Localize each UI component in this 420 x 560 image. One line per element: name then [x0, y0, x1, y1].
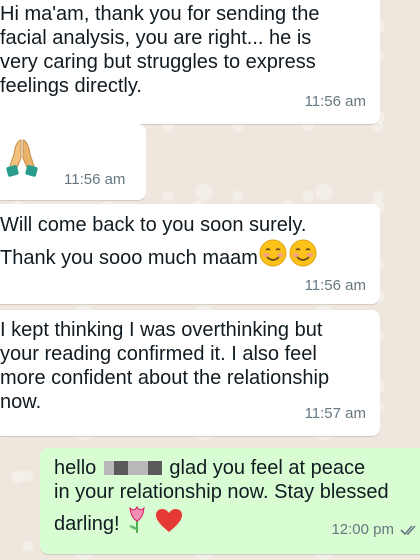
message-text: darling!	[54, 513, 120, 535]
message-bubble-incoming[interactable]: Will come back to you soon surely. Thank…	[0, 204, 380, 304]
folded-hands-emoji-icon	[4, 136, 40, 186]
blushing-smile-emoji-icon	[258, 238, 288, 277]
message-text: Hi ma'am, thank you for sending the faci…	[0, 3, 320, 97]
message-timestamp: 11:56 am	[304, 277, 366, 294]
tulip-emoji-icon	[125, 504, 149, 543]
blushing-smile-emoji-icon	[288, 238, 318, 277]
message-bubble-outgoing[interactable]: hello glad you feel at peace in your rel…	[40, 448, 420, 554]
message-text-line: in your relationship now. Stay blessed	[54, 481, 389, 503]
message-timestamp: 12:00 pm	[331, 518, 420, 544]
message-bubble-incoming[interactable]: 11:56 am	[0, 124, 146, 200]
message-text-line: hello glad you feel at peace	[54, 456, 418, 480]
message-text: hello	[54, 457, 97, 479]
message-text: glad you feel at peace	[169, 457, 366, 479]
timestamp-text: 12:00 pm	[331, 521, 394, 538]
message-text-line: Will come back to you soon surely.	[0, 214, 307, 236]
redacted-name	[103, 457, 168, 479]
message-text: I kept thinking I was overthinking but y…	[0, 319, 330, 413]
message-text-line-with-emoji: Thank you sooo much maam	[0, 238, 368, 277]
message-timestamp: 11:56 am	[304, 93, 366, 110]
message-bubble-incoming[interactable]: Hi ma'am, thank you for sending the faci…	[0, 0, 380, 124]
message-timestamp: 11:57 am	[304, 405, 366, 422]
message-timestamp: 11:56 am	[64, 171, 126, 188]
red-heart-emoji-icon	[155, 508, 183, 543]
read-double-check-icon	[400, 520, 420, 544]
message-bubble-incoming[interactable]: I kept thinking I was overthinking but y…	[0, 310, 380, 436]
message-text: Thank you sooo much maam	[0, 247, 258, 269]
